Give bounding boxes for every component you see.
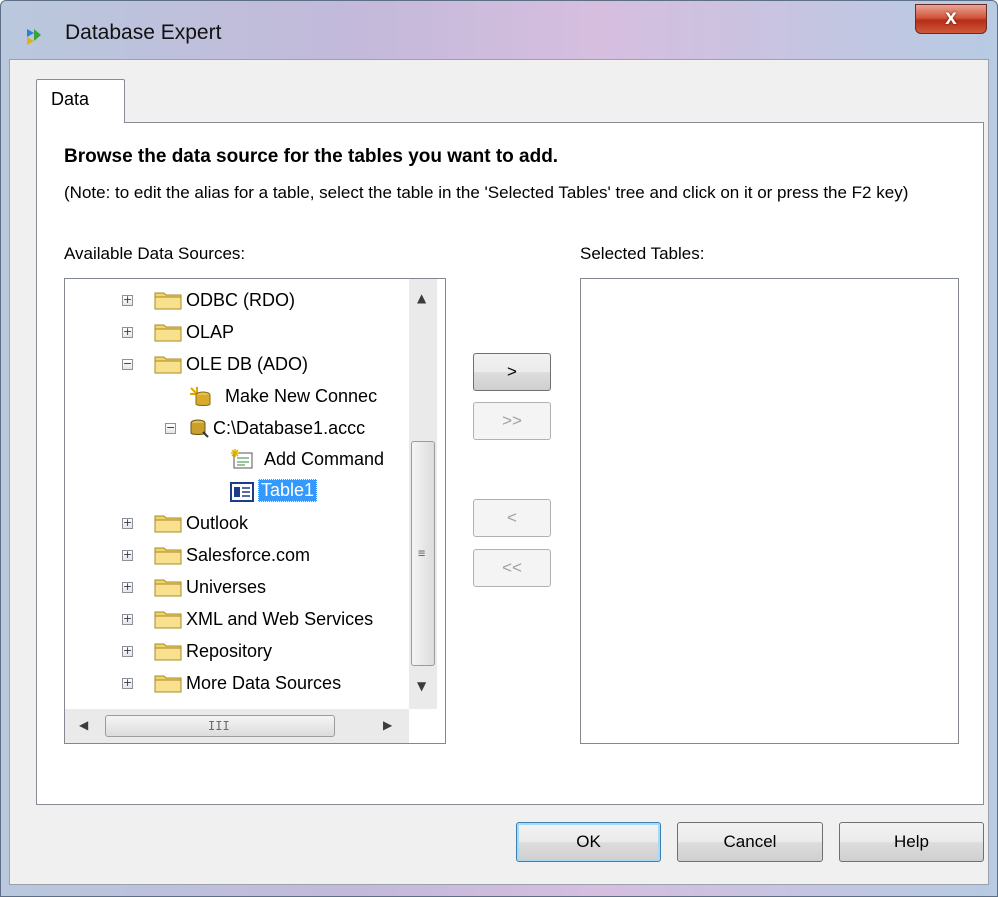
tree-item-label: XML and Web Services <box>186 609 374 629</box>
help-button[interactable]: Help <box>839 822 984 862</box>
collapse-icon[interactable]: − <box>165 422 176 434</box>
scroll-right-icon[interactable]: ▶ <box>383 718 392 732</box>
folder-icon <box>154 611 182 629</box>
tree-item-label: More Data Sources <box>186 673 342 693</box>
expand-icon[interactable]: + <box>122 581 133 593</box>
folder-icon <box>154 356 182 374</box>
window-title: Database Expert <box>65 21 222 44</box>
tree-item-label: Add Command <box>264 449 385 469</box>
expand-icon[interactable]: + <box>122 677 133 689</box>
grip-icon: ≡ <box>418 546 426 560</box>
grip-icon: III <box>208 719 230 733</box>
vertical-scroll-thumb[interactable]: ≡ <box>411 441 435 666</box>
close-icon: x <box>945 6 957 29</box>
folder-icon <box>154 643 182 661</box>
tree-item-label: Table1 <box>258 479 318 502</box>
tree-item-label: Universes <box>186 577 267 597</box>
tree-item-label: ODBC (RDO) <box>186 290 295 310</box>
tab-data-label: Data <box>51 89 90 109</box>
remove-all-tables-button[interactable]: << <box>473 549 551 587</box>
selected-tables-label: Selected Tables: <box>580 244 705 263</box>
tree-vertical-scrollbar[interactable]: ▲ ≡ ▼ <box>409 279 437 709</box>
database-expert-icon <box>27 29 41 45</box>
folder-icon <box>154 515 182 533</box>
tree-item-label: Repository <box>186 641 273 661</box>
scroll-down-icon[interactable]: ▼ <box>417 679 426 693</box>
close-button[interactable]: x <box>915 4 987 34</box>
scroll-up-icon[interactable]: ▲ <box>417 291 426 305</box>
add-all-tables-button[interactable]: >> <box>473 402 551 440</box>
folder-icon <box>154 675 182 693</box>
tree-item-xml-web-services[interactable]: + XML and Web Services <box>122 605 409 635</box>
available-data-sources-label: Available Data Sources: <box>64 244 246 263</box>
horizontal-scroll-thumb[interactable]: III <box>105 715 335 737</box>
tree-item-label: OLE DB (ADO) <box>186 354 309 374</box>
scroll-left-icon[interactable]: ◀ <box>79 718 88 732</box>
selected-tables-list[interactable] <box>580 278 959 744</box>
new-connection-icon <box>190 387 211 406</box>
tree-item-label: Salesforce.com <box>186 545 311 565</box>
add-command-icon <box>231 449 253 469</box>
expand-icon[interactable]: + <box>122 294 133 306</box>
folder-icon <box>154 324 182 342</box>
folder-icon <box>154 292 182 310</box>
expand-icon[interactable]: + <box>122 549 133 561</box>
add-table-button[interactable]: > <box>473 353 551 391</box>
folder-icon <box>154 579 182 597</box>
database-expert-window: Database Expert x Data Browse the data s… <box>0 0 998 897</box>
tree-item-label: C:\Database1.accc <box>213 418 366 438</box>
cancel-button[interactable]: Cancel <box>677 822 823 862</box>
alias-note: (Note: to edit the alias for a table, se… <box>64 183 909 202</box>
tree-item-label: OLAP <box>186 322 235 342</box>
tab-data[interactable]: Data <box>36 79 125 123</box>
expand-icon[interactable]: + <box>122 613 133 625</box>
expand-icon[interactable]: + <box>122 326 133 338</box>
expand-icon[interactable]: + <box>122 645 133 657</box>
database-icon <box>190 419 209 438</box>
tree-item-label: Outlook <box>186 513 249 533</box>
table-icon <box>230 482 254 502</box>
expand-icon[interactable]: + <box>122 517 133 529</box>
folder-icon <box>154 547 182 565</box>
collapse-icon[interactable]: − <box>122 358 133 370</box>
ok-button[interactable]: OK <box>516 822 661 862</box>
remove-table-button[interactable]: < <box>473 499 551 537</box>
instruction-heading: Browse the data source for the tables yo… <box>64 146 559 167</box>
title-bar[interactable]: Database Expert x <box>1 1 997 59</box>
tree-item-label: Make New Connec <box>225 386 378 406</box>
tree-horizontal-scrollbar[interactable]: ◀ III ▶ <box>65 709 409 743</box>
